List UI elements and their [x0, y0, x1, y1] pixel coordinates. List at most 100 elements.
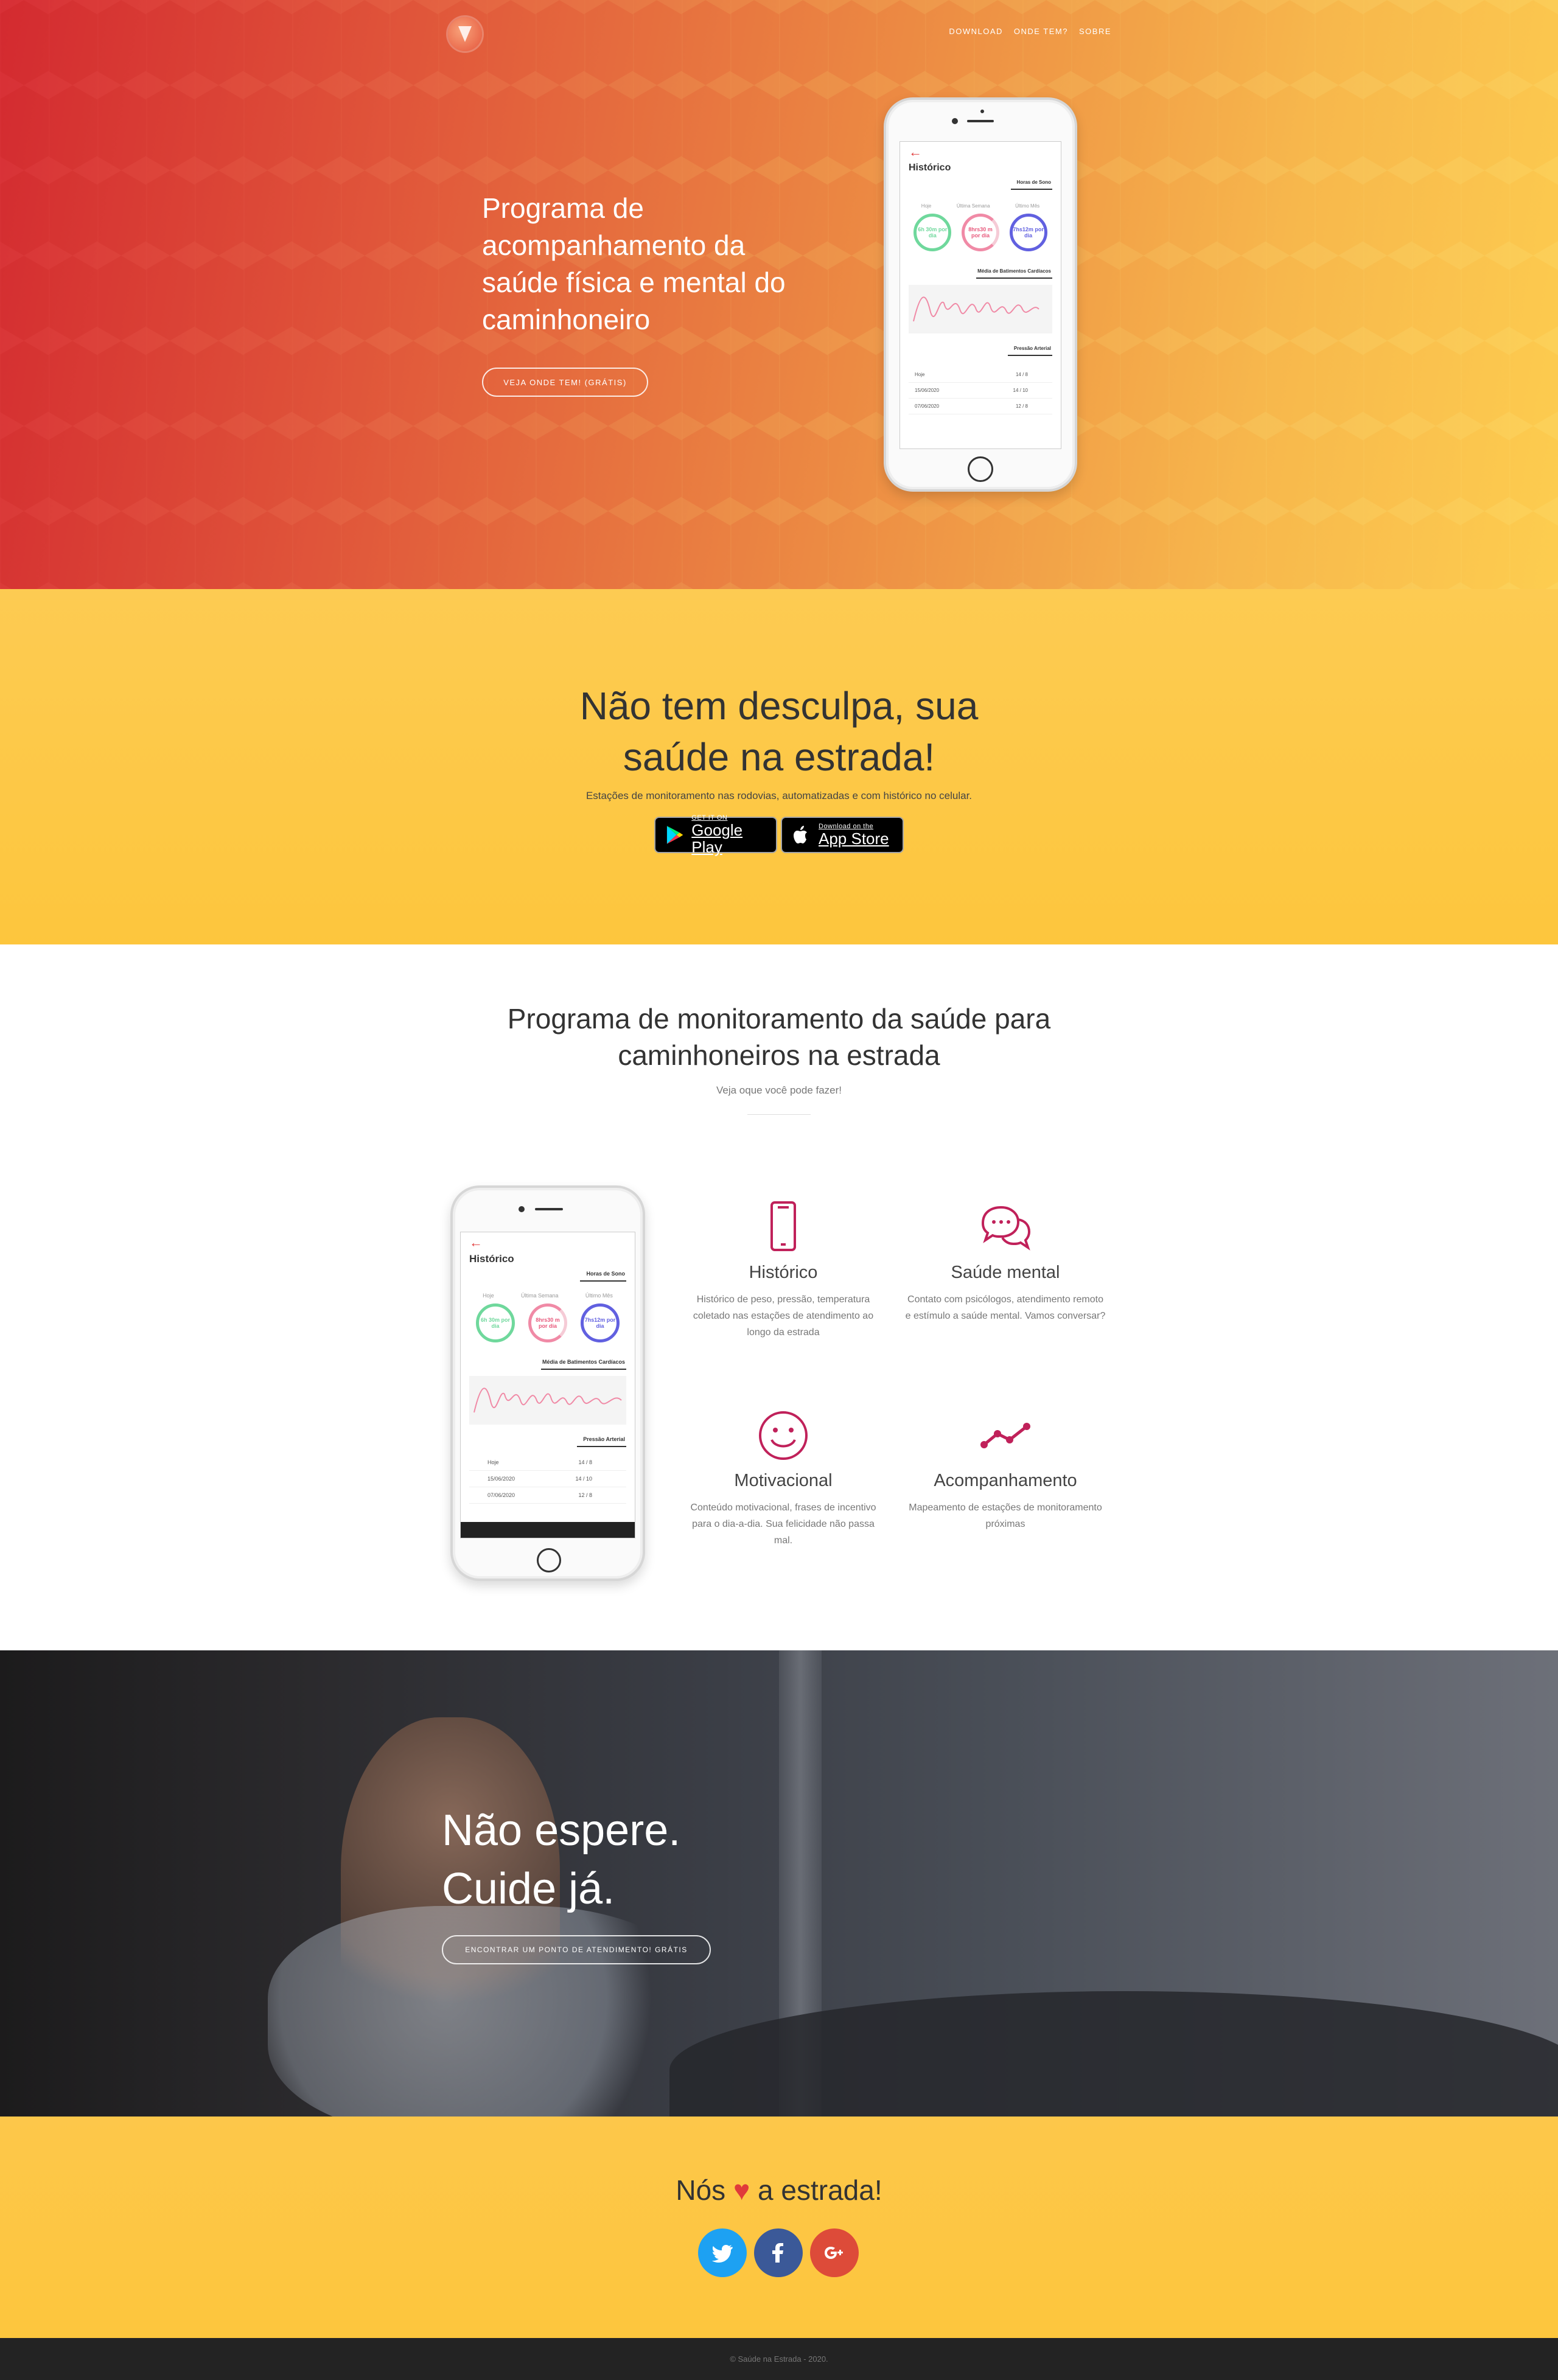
- pressure-section-label: Pressão Arterial: [1007, 344, 1052, 356]
- feature-description: Contato com psicólogos, atendimento remo…: [905, 1294, 1106, 1321]
- footer-copyright: © Saúde na Estrada - 2020.: [730, 2354, 828, 2364]
- twitter-icon: [712, 2245, 733, 2263]
- back-arrow-icon: ←: [909, 144, 922, 159]
- chat-bubbles-icon: [981, 1206, 1031, 1251]
- period-label: Hoje: [483, 1293, 494, 1299]
- row-date: 15/06/2020: [487, 1476, 515, 1482]
- phone-camera: [952, 118, 958, 124]
- feature-historico: Histórico Histórico de peso, pressão, te…: [683, 1200, 884, 1341]
- period-label: Último Mês: [585, 1293, 613, 1299]
- heart-icon: ♥: [733, 2174, 750, 2206]
- sleep-ring: 6h 30m por dia: [476, 1303, 515, 1342]
- feature-name: Motivacional: [734, 1471, 833, 1490]
- google-plus-icon: [825, 2247, 843, 2259]
- row-date: 15/06/2020: [915, 388, 940, 393]
- nav-link-onde-tem[interactable]: Onde tem?: [1014, 27, 1068, 36]
- cta-title-line1: Não espere.: [442, 1806, 681, 1855]
- row-value: 12 / 8: [1015, 403, 1028, 409]
- pressure-row: Hoje 14 / 8: [909, 367, 1052, 383]
- cta-section: [0, 1650, 1558, 2117]
- sleep-ring: 7hs12m por dia: [581, 1303, 620, 1342]
- love-tagline: Nós ♥ a estrada!: [0, 2174, 1558, 2207]
- download-subtitle: Estações de monitoramento nas rodovias, …: [585, 790, 973, 801]
- row-date: Hoje: [487, 1459, 499, 1465]
- twitter-button[interactable]: [698, 2228, 747, 2277]
- feature-saude-mental: Saúde mental Contato com psicólogos, ate…: [905, 1200, 1106, 1324]
- phone-camera: [519, 1206, 525, 1212]
- nav-link-download[interactable]: Download: [949, 27, 1003, 36]
- hero-section: Download Onde tem? Sobre Programa de aco…: [0, 0, 1558, 589]
- phone-screen: ← Histórico Horas de Sono Hoje Última Se…: [460, 1232, 635, 1538]
- row-value: 14 / 8: [1015, 372, 1028, 377]
- period-label: Hoje: [921, 203, 932, 209]
- app-title: Histórico: [909, 162, 951, 173]
- sleep-ring: 7hs12m por dia: [1009, 214, 1047, 251]
- sleep-section-label: Horas de Sono: [1010, 178, 1052, 190]
- pressure-row: 07/06/2020 12 / 8: [909, 399, 1052, 414]
- back-arrow-icon: ←: [469, 1235, 483, 1250]
- sleep-section-label: Horas de Sono: [580, 1269, 626, 1282]
- phone-home-button: [537, 1548, 561, 1572]
- google-play-button[interactable]: GET IT ON Google Play: [654, 814, 777, 856]
- feature-motivacional: Motivacional Conteúdo motivacional, fras…: [683, 1408, 884, 1549]
- sleep-ring: 6h 30m por dia: [913, 214, 952, 251]
- smartphone-icon: [770, 1201, 796, 1251]
- cta-title: Não espere. Cuide já.: [442, 1801, 680, 1918]
- row-value: 12 / 8: [578, 1492, 592, 1498]
- row-date: 07/06/2020: [487, 1492, 515, 1498]
- feature-description: Conteúdo motivacional, frases de incenti…: [690, 1502, 876, 1546]
- cta-title-line2: Cuide já.: [442, 1865, 615, 1913]
- cta-button[interactable]: Encontrar um ponto de atendimento! Gráti…: [442, 1935, 711, 1964]
- heart-section-label: Média de Batimentos Cardíacos: [976, 267, 1052, 279]
- phone-sensor: [980, 110, 984, 113]
- pressure-row: 07/06/2020 12 / 8: [469, 1487, 626, 1504]
- sleep-ring: 8hrs30 m por dia: [961, 214, 999, 251]
- features-subtitle: Veja oque você pode fazer!: [716, 1084, 842, 1096]
- love-before: Nós: [676, 2174, 726, 2206]
- feature-name: Saúde mental: [951, 1263, 1060, 1282]
- heart-rate-chart: [469, 1376, 626, 1425]
- logo[interactable]: [448, 17, 482, 51]
- feature-name: Acompanhamento: [934, 1471, 1077, 1490]
- phone-speaker: [535, 1208, 563, 1210]
- hero-phone-mockup: ← Histórico Horas de Sono Hoje Última Se…: [884, 97, 1077, 492]
- app-store-line2: App Store: [819, 829, 889, 848]
- app-title: Histórico: [469, 1253, 514, 1265]
- footer: © Saúde na Estrada - 2020.: [0, 2338, 1558, 2380]
- features-title: Programa de monitoramento da saúde para …: [507, 1003, 1051, 1071]
- facebook-icon: [772, 2243, 783, 2263]
- apple-icon: [794, 826, 807, 843]
- heart-rate-chart: [909, 285, 1052, 333]
- pressure-row: 15/06/2020 14 / 10: [469, 1471, 626, 1487]
- facebook-button[interactable]: [754, 2228, 803, 2277]
- top-nav: Download Onde tem? Sobre: [949, 27, 1111, 36]
- feature-description: Histórico de peso, pressão, temperatura …: [693, 1294, 874, 1338]
- nav-link-sobre[interactable]: Sobre: [1079, 27, 1111, 36]
- sleep-ring: 8hrs30 m por dia: [528, 1303, 567, 1342]
- app-store-button[interactable]: Download on the App Store: [781, 817, 904, 853]
- phone-home-button: [968, 456, 993, 482]
- period-label: Última Semana: [956, 203, 990, 209]
- download-title: Não tem desculpa, sua saúde na estrada!: [579, 684, 979, 779]
- row-date: Hoje: [915, 372, 925, 377]
- row-value: 14 / 8: [578, 1459, 592, 1465]
- phone-screen: ← Histórico Horas de Sono Hoje Última Se…: [900, 141, 1061, 449]
- screen-bottom-bar: [461, 1522, 635, 1538]
- row-date: 07/06/2020: [915, 403, 940, 409]
- pressure-row: Hoje 14 / 8: [469, 1454, 626, 1471]
- social-section: [0, 2117, 1558, 2338]
- hero-cta-button[interactable]: Veja onde tem! (grátis): [482, 368, 648, 397]
- pressure-row: 15/06/2020 14 / 10: [909, 383, 1052, 399]
- google-play-line2: Google Play: [691, 821, 743, 856]
- hero-title: Programa de acompanhamento da saúde físi…: [482, 192, 786, 335]
- google-plus-button[interactable]: [810, 2228, 859, 2277]
- feature-acompanhamento: Acompanhamento Mapeamento de estações de…: [905, 1408, 1106, 1532]
- row-value: 14 / 10: [1013, 388, 1028, 393]
- smiley-icon: [759, 1411, 808, 1460]
- period-label: Última Semana: [520, 1293, 559, 1299]
- divider: [747, 1114, 811, 1115]
- feature-description: Mapeamento de estações de monitoramento …: [909, 1502, 1102, 1529]
- period-label: Último Mês: [1015, 203, 1040, 209]
- pressure-section-label: Pressão Arterial: [577, 1435, 626, 1447]
- feature-name: Histórico: [749, 1263, 818, 1282]
